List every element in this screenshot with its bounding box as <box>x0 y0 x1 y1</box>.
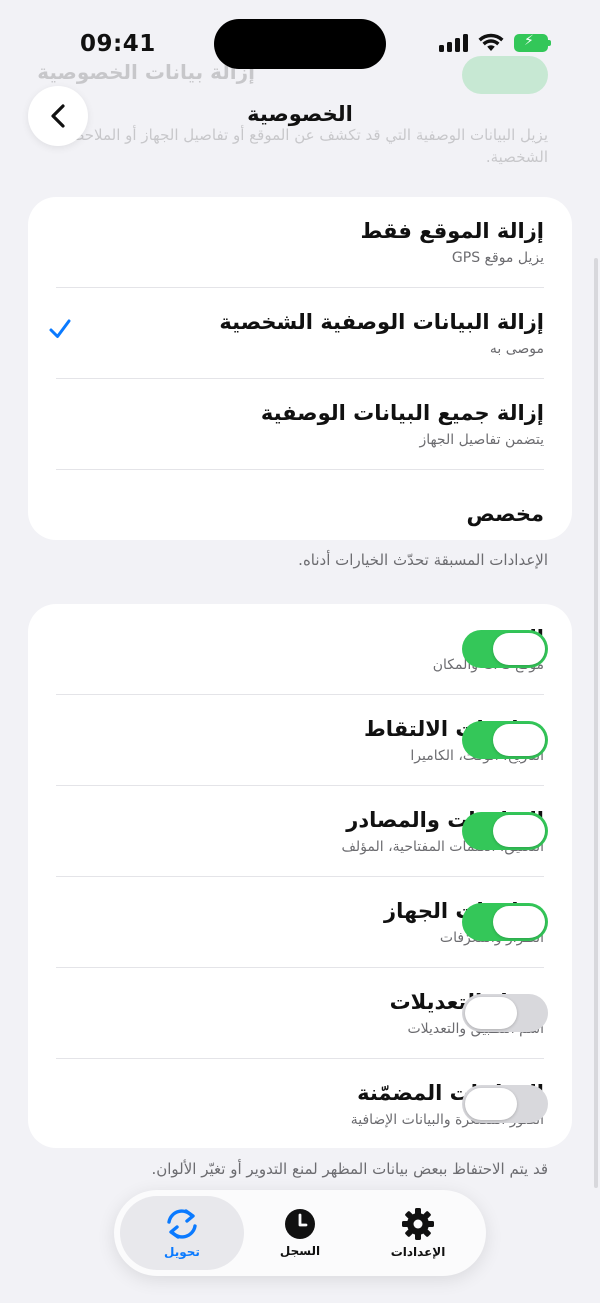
device-info-toggle[interactable] <box>462 903 548 941</box>
field-row-capture-info: معلومات الالتقاط التاريخ، الوقت، الكامير… <box>28 695 572 786</box>
field-row-location: الموقع موقع GPS والمكان <box>28 604 572 695</box>
tab-label: تحويل <box>164 1245 200 1259</box>
location-toggle[interactable] <box>462 630 548 668</box>
fields-footnote: قد يتم الاحتفاظ ببعض بيانات المظهر لمنع … <box>151 1160 548 1178</box>
preset-title: مخصص <box>466 502 544 526</box>
capture-info-toggle[interactable] <box>462 721 548 759</box>
toggle-knob <box>493 815 545 847</box>
field-row-edit-history: سجل التعديلات اسم التطبيق والتعديلات <box>28 968 572 1059</box>
presets-footnote: الإعدادات المسبقة تحدّث الخيارات أدناه. <box>298 551 548 569</box>
tab-bar: الإعدادات السجل تحويل <box>114 1190 486 1276</box>
convert-arrows-icon <box>167 1209 197 1239</box>
toggle-knob <box>493 724 545 756</box>
field-row-comments-sources: التعليقات والمصادر التعليق، الكلمات المف… <box>28 786 572 877</box>
preset-subtitle: يزيل موقع GPS <box>451 250 544 266</box>
toggle-knob <box>493 633 545 665</box>
preset-subtitle: موصى به <box>489 341 544 357</box>
navigation-bar: الخصوصية <box>0 86 600 146</box>
edit-history-toggle[interactable] <box>462 994 548 1032</box>
battery-charging-icon: ⚡ <box>514 33 551 52</box>
preset-option-custom[interactable]: مخصص <box>28 470 572 561</box>
preset-option-location-only[interactable]: إزالة الموقع فقط يزيل موقع GPS <box>28 197 572 288</box>
clock-icon <box>285 1209 315 1239</box>
dynamic-island <box>214 19 386 69</box>
tab-history[interactable]: السجل <box>238 1196 362 1270</box>
status-time: 09:41 <box>80 31 156 57</box>
field-row-embedded-previews: المعاينات المضمّنة الصور المصغرة والبيان… <box>28 1059 572 1150</box>
embedded-previews-toggle[interactable] <box>462 1085 548 1123</box>
tab-label: الإعدادات <box>390 1245 446 1259</box>
toggle-knob <box>493 906 545 938</box>
preset-subtitle: يتضمن تفاصيل الجهاز <box>419 432 544 448</box>
preset-title: إزالة الموقع فقط <box>360 219 544 243</box>
toggle-knob <box>465 1088 517 1120</box>
page-title: الخصوصية <box>247 102 353 126</box>
preset-title: إزالة البيانات الوصفية الشخصية <box>219 310 544 334</box>
wifi-icon <box>478 33 504 51</box>
scroll-indicator[interactable] <box>594 258 598 1188</box>
presets-card: إزالة الموقع فقط يزيل موقع GPS إزالة الب… <box>28 197 572 540</box>
gear-icon <box>402 1208 434 1240</box>
preset-title: إزالة جميع البيانات الوصفية <box>260 401 544 425</box>
tab-settings[interactable]: الإعدادات <box>356 1196 480 1270</box>
field-row-device-info: معلومات الجهاز الطراز والمعرّفات <box>28 877 572 968</box>
preset-option-personal-metadata[interactable]: إزالة البيانات الوصفية الشخصية موصى به <box>28 288 572 379</box>
metadata-fields-card: الموقع موقع GPS والمكان معلومات الالتقاط… <box>28 604 572 1148</box>
toggle-knob <box>465 997 517 1029</box>
comments-sources-toggle[interactable] <box>462 812 548 850</box>
cellular-signal-icon <box>439 33 468 52</box>
status-icons: ⚡ <box>439 33 551 52</box>
tab-label: السجل <box>279 1244 321 1258</box>
checkmark-icon <box>49 319 71 338</box>
tab-convert[interactable]: تحويل <box>120 1196 244 1270</box>
status-bar: 09:41 ⚡ <box>0 0 600 90</box>
preset-option-all-metadata[interactable]: إزالة جميع البيانات الوصفية يتضمن تفاصيل… <box>28 379 572 470</box>
